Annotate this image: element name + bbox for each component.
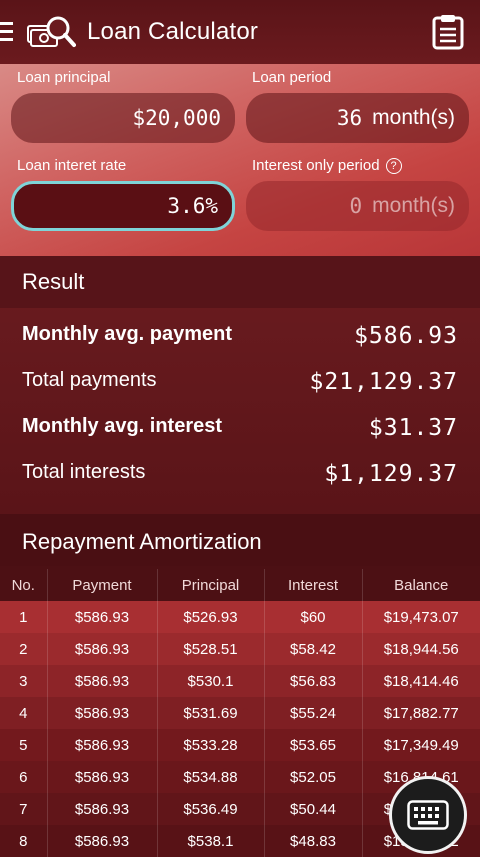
monthly-interest-value: $31.37	[368, 415, 458, 441]
result-header: Result	[0, 256, 480, 308]
interest-only-label: Interest only period?	[252, 157, 402, 174]
table-cell: $586.93	[46, 729, 157, 761]
interest-only-unit: month(s)	[372, 194, 455, 217]
table-cell: $17,882.77	[361, 697, 480, 729]
amortization-title: Repayment Amortization	[22, 529, 262, 554]
table-cell: $18,944.56	[361, 633, 480, 665]
table-cell: $586.93	[46, 665, 157, 697]
result-title: Result	[22, 269, 85, 294]
table-cell: $534.88	[156, 761, 264, 793]
table-row: 2 $586.93 $528.51 $58.42 $18,944.56	[0, 633, 480, 665]
menu-icon[interactable]	[0, 22, 13, 42]
column-header: Balance	[361, 569, 480, 601]
table-cell: $528.51	[156, 633, 264, 665]
table-cell: $18,414.46	[361, 665, 480, 697]
keyboard-icon	[407, 800, 449, 830]
total-payments-value: $21,129.37	[309, 369, 458, 395]
table-cell: $55.24	[263, 697, 362, 729]
table-cell: $58.42	[263, 633, 362, 665]
period-value: 36	[336, 106, 363, 130]
table-cell: $533.28	[156, 729, 264, 761]
table-cell: $586.93	[46, 601, 157, 633]
table-cell: $586.93	[46, 633, 157, 665]
loan-input-panel: Loan principal $20,000 Loan period 36 mo…	[0, 64, 480, 256]
monthly-interest-label: Monthly avg. interest	[22, 415, 223, 437]
principal-label: Loan principal	[17, 69, 111, 86]
table-cell: 8	[19, 832, 28, 850]
table-header-row: No. Payment Principal Interest Balance	[0, 569, 480, 601]
loan-search-icon	[27, 16, 76, 47]
clipboard-icon[interactable]	[432, 14, 464, 50]
monthly-payment-label: Monthly avg. payment	[22, 323, 233, 345]
column-header: No.	[11, 576, 35, 594]
table-cell: 3	[19, 672, 28, 690]
rate-label: Loan interet rate	[17, 157, 127, 174]
table-row: 4 $586.93 $531.69 $55.24 $17,882.77	[0, 697, 480, 729]
table-cell: $56.83	[263, 665, 362, 697]
total-interests-value: $1,129.37	[324, 461, 458, 487]
interest-only-field[interactable]: 0 month(s)	[246, 181, 469, 231]
principal-field[interactable]: $20,000	[11, 93, 235, 143]
table-cell: $526.93	[156, 601, 264, 633]
monthly-payment-value: $586.93	[354, 323, 458, 349]
table-cell: $52.05	[263, 761, 362, 793]
table-cell: 6	[19, 768, 28, 786]
total-interests-label: Total interests	[22, 461, 146, 483]
table-cell: $586.93	[46, 761, 157, 793]
app-title: Loan Calculator	[87, 18, 259, 45]
keyboard-button[interactable]	[389, 776, 467, 854]
table-cell: 7	[19, 800, 28, 818]
period-unit: month(s)	[372, 106, 455, 129]
table-cell: $536.49	[156, 793, 264, 825]
total-payments-label: Total payments	[22, 369, 157, 391]
table-cell: 1	[19, 608, 28, 626]
table-cell: $586.93	[46, 793, 157, 825]
table-cell: $53.65	[263, 729, 362, 761]
table-cell: $538.1	[156, 825, 264, 857]
period-field[interactable]: 36 month(s)	[246, 93, 469, 143]
rate-field[interactable]: 3.6%	[11, 181, 235, 231]
table-cell: $531.69	[156, 697, 264, 729]
principal-value: $20,000	[132, 106, 221, 130]
help-icon[interactable]: ?	[385, 158, 402, 174]
table-cell: $50.44	[263, 793, 362, 825]
table-cell: $17,349.49	[361, 729, 480, 761]
column-header: Principal	[156, 569, 264, 601]
table-cell: 5	[19, 736, 28, 754]
table-cell: $19,473.07	[361, 601, 480, 633]
amortization-header: Repayment Amortization	[0, 514, 480, 566]
table-cell: $530.1	[156, 665, 264, 697]
table-cell: $48.83	[263, 825, 362, 857]
table-row: 3 $586.93 $530.1 $56.83 $18,414.46	[0, 665, 480, 697]
interest-only-value: 0	[349, 194, 363, 218]
table-cell: $586.93	[46, 825, 157, 857]
table-cell: $586.93	[46, 697, 157, 729]
table-row: 1 $586.93 $526.93 $60 $19,473.07	[0, 601, 480, 633]
rate-value: 3.6%	[167, 194, 218, 218]
table-cell: 4	[19, 704, 28, 722]
result-section: Result Monthly avg. payment $586.93 Tota…	[0, 256, 480, 514]
period-label: Loan period	[252, 69, 332, 86]
column-header: Payment	[46, 569, 157, 601]
app-bar: Loan Calculator	[0, 0, 480, 64]
table-cell: $60	[263, 601, 362, 633]
table-row: 5 $586.93 $533.28 $53.65 $17,349.49	[0, 729, 480, 761]
column-header: Interest	[263, 569, 362, 601]
table-cell: 2	[19, 640, 28, 658]
